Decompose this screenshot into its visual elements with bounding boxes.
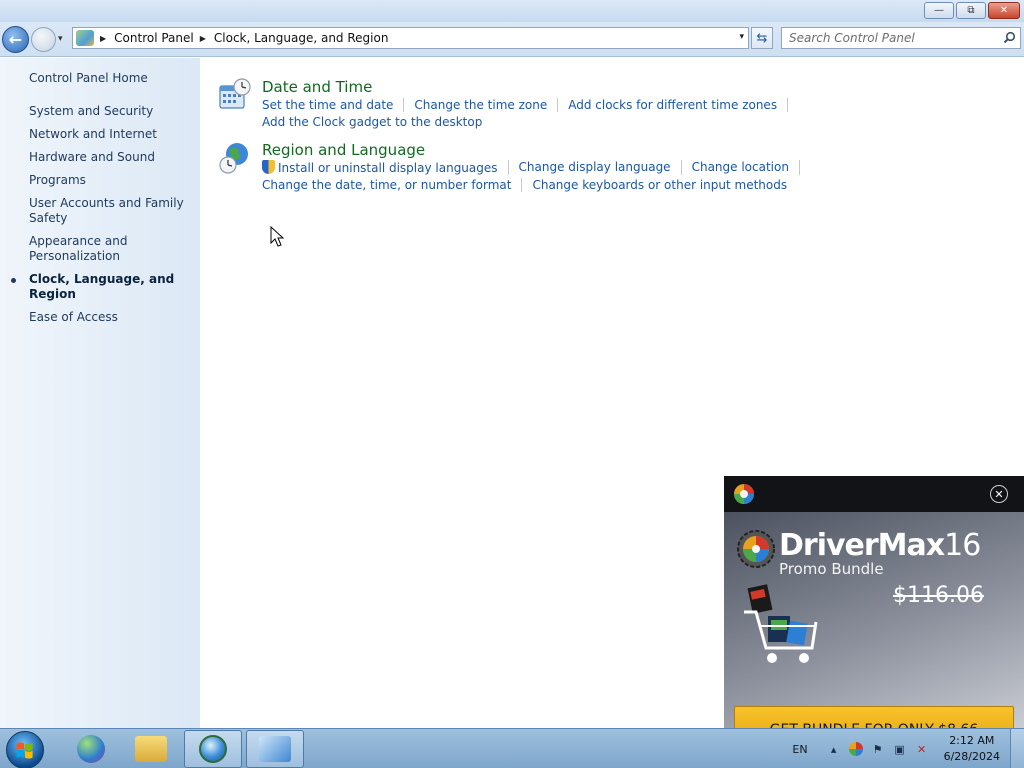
sidebar-item-programs[interactable]: Programs: [29, 173, 194, 188]
change-keyboards-link[interactable]: Change keyboards or other input methods: [532, 178, 797, 192]
taskbar-control-panel[interactable]: [246, 730, 304, 768]
sidebar-item-ease-of-access[interactable]: Ease of Access: [29, 310, 194, 325]
sidebar-item-appearance[interactable]: Appearance and Personalization: [29, 234, 194, 264]
promo-brand: DriverMax16: [779, 528, 981, 563]
region-language-links-row-1: Install or uninstall display languages C…: [262, 160, 810, 175]
category-title-date-time[interactable]: Date and Time: [262, 78, 372, 96]
taskbar-file-explorer[interactable]: [122, 730, 180, 768]
address-bar[interactable]: ▶ Control Panel ▶ Clock, Language, and R…: [72, 27, 749, 49]
search-icon[interactable]: [1003, 31, 1016, 44]
control-panel-home-link[interactable]: Control Panel Home: [29, 71, 148, 85]
clock[interactable]: 2:12 AM 6/28/2024: [944, 733, 1000, 765]
mouse-cursor-icon: [270, 226, 285, 247]
breadcrumb-clock-language-region[interactable]: Clock, Language, and Region: [214, 31, 389, 45]
promo-brand-name: DriverMax: [779, 528, 945, 563]
language-indicator[interactable]: EN: [792, 743, 807, 756]
close-button[interactable]: ✕: [988, 2, 1020, 19]
taskbar-browser[interactable]: [184, 730, 242, 768]
browser-globe-icon: [199, 735, 227, 763]
maximize-button[interactable]: ⧉: [956, 2, 986, 19]
recent-pages-button[interactable]: ▾: [58, 34, 63, 44]
caption-buttons: — ⧉ ✕: [924, 2, 1020, 19]
minimize-button[interactable]: —: [924, 2, 954, 19]
network-icon[interactable]: ▣: [892, 741, 908, 757]
left-navigation-pane: Control Panel Home System and Security N…: [0, 58, 200, 728]
category-title-region-language[interactable]: Region and Language: [262, 141, 425, 159]
add-clocks-link[interactable]: Add clocks for different time zones: [568, 98, 789, 112]
search-box[interactable]: [781, 27, 1021, 49]
calendar-clock-icon[interactable]: [218, 78, 252, 112]
system-tray: EN ▴ ⚑ ▣ ✕ 2:12 AM 6/28/2024: [792, 729, 1000, 768]
add-clock-gadget-link[interactable]: Add the Clock gadget to the desktop: [262, 115, 492, 129]
media-player-icon: [77, 735, 105, 763]
breadcrumb-separator-icon[interactable]: ▶: [100, 34, 106, 43]
window-titlebar: — ⧉ ✕: [0, 0, 1024, 22]
promo-close-button[interactable]: ✕: [990, 485, 1008, 503]
back-button[interactable]: ←: [2, 26, 29, 53]
change-time-zone-link[interactable]: Change the time zone: [414, 98, 559, 112]
volume-muted-icon[interactable]: ✕: [914, 741, 930, 757]
uac-shield-icon: [262, 160, 275, 174]
breadcrumb-separator-icon[interactable]: ▶: [200, 34, 206, 43]
change-location-link[interactable]: Change location: [692, 160, 800, 175]
date-time-links-row-1: Set the time and date Change the time zo…: [262, 98, 798, 112]
sidebar-item-user-accounts[interactable]: User Accounts and Family Safety: [29, 196, 194, 226]
control-panel-taskbar-icon: [259, 736, 291, 762]
promo-subtitle: Promo Bundle: [779, 560, 884, 578]
start-button[interactable]: [6, 731, 44, 768]
drivermax-tray-icon[interactable]: [848, 741, 864, 757]
globe-clock-icon[interactable]: [218, 141, 252, 175]
drivermax-tray-glyph: [848, 742, 863, 756]
promo-old-price: $116.06: [893, 583, 984, 608]
install-display-languages-label: Install or uninstall display languages: [278, 161, 498, 175]
promo-popup: ✕ DriverMax16 Promo Bundle $116.06 GET B…: [724, 476, 1024, 754]
search-input[interactable]: [782, 28, 992, 48]
breadcrumb-control-panel[interactable]: Control Panel: [114, 31, 194, 45]
action-center-flag-icon[interactable]: ⚑: [870, 741, 886, 757]
show-desktop-button[interactable]: [1010, 729, 1024, 768]
change-display-language-link[interactable]: Change display language: [519, 160, 682, 175]
windows-logo-icon: [16, 742, 33, 759]
date-time-links-row-2: Add the Clock gadget to the desktop: [262, 115, 502, 129]
control-panel-icon: [76, 30, 94, 46]
clock-time: 2:12 AM: [949, 734, 995, 747]
taskbar-media-player[interactable]: [62, 730, 120, 768]
promo-header: ✕: [724, 476, 1024, 512]
shopping-cart-icon: [744, 584, 818, 663]
sidebar-item-clock-language-region[interactable]: Clock, Language, and Region: [11, 272, 194, 302]
sidebar-item-hardware-sound[interactable]: Hardware and Sound: [29, 150, 194, 165]
sidebar-item-network-internet[interactable]: Network and Internet: [29, 127, 194, 142]
region-language-links-row-2: Change the date, time, or number format …: [262, 178, 807, 192]
show-hidden-icons-arrow-icon[interactable]: ▴: [826, 741, 842, 757]
category-list: System and Security Network and Internet…: [11, 104, 194, 333]
drivermax-gear-logo-icon: [737, 530, 775, 568]
promo-brand-version: 16: [944, 528, 981, 563]
folder-icon: [135, 736, 167, 762]
promo-body: DriverMax16 Promo Bundle $116.06 GET BUN…: [724, 512, 1024, 754]
change-format-link[interactable]: Change the date, time, or number format: [262, 178, 523, 192]
forward-button[interactable]: [31, 27, 56, 52]
taskbar: EN ▴ ⚑ ▣ ✕ 2:12 AM 6/28/2024: [0, 728, 1024, 768]
install-display-languages-link[interactable]: Install or uninstall display languages: [262, 160, 509, 175]
clock-date: 6/28/2024: [943, 750, 1000, 763]
navigation-bar: ← ▾ ▶ Control Panel ▶ Clock, Language, a…: [0, 22, 1024, 57]
refresh-button[interactable]: ⇆: [751, 27, 773, 49]
drivermax-logo-icon: [734, 484, 754, 504]
address-dropdown-icon[interactable]: ▾: [739, 32, 744, 42]
set-time-date-link[interactable]: Set the time and date: [262, 98, 405, 112]
sidebar-item-system-security[interactable]: System and Security: [29, 104, 194, 119]
